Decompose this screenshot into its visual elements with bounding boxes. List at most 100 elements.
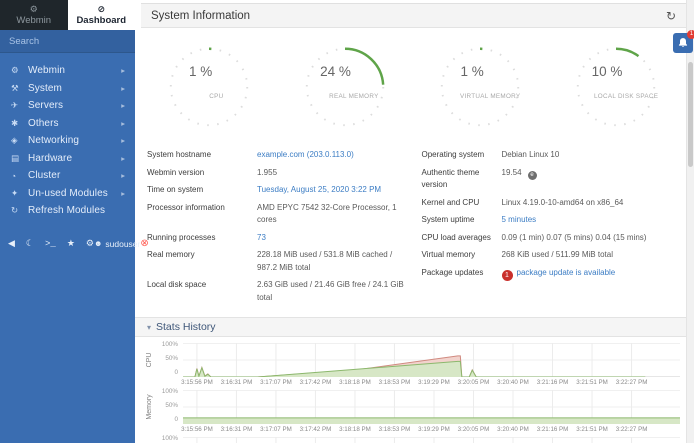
terminal-icon[interactable]: >_ — [45, 239, 56, 249]
sidebar-item-servers[interactable]: ✈Servers▸ — [0, 97, 135, 115]
notifications-button[interactable]: 1 — [673, 33, 693, 53]
x-tick-label: 3:20:05 PM — [458, 426, 490, 433]
chevron-right-icon: ▸ — [121, 119, 125, 128]
x-tick-label: 3:19:29 PM — [418, 379, 450, 386]
sidebar-item-un-used-modules[interactable]: ✦Un-used Modules▸ — [0, 185, 135, 203]
y-tick-label: 50% — [165, 402, 178, 409]
info-row-time-on-system: Time on systemTuesday, August 25, 2020 3… — [147, 184, 408, 197]
system-info-table: System hostnameexample.com (203.0.113.0)… — [147, 149, 682, 309]
night-mode-icon[interactable]: ☾ — [26, 238, 34, 249]
tab-dashboard[interactable]: ⊘ Dashboard — [68, 0, 136, 30]
tab-webmin[interactable]: ⚙ Webmin — [0, 0, 68, 30]
toolbar-icons: ◀ ☾ >_ ★ ⚙ — [8, 238, 94, 249]
info-label: Processor information — [147, 202, 257, 227]
sidebar-toolbar: ◀☾>_★⚙ ☻ sudouser ⊗ — [0, 236, 135, 252]
favorites-icon[interactable]: ★ — [67, 238, 75, 249]
settings-icon[interactable]: ⚙ — [86, 238, 94, 249]
page-title: System Information — [151, 10, 250, 22]
webmin-dashboard: ⚙ Webmin ⊘ Dashboard ⚙Webmin▸⚒System▸✈Se… — [0, 0, 694, 443]
search-input[interactable] — [9, 36, 141, 47]
info-column-0: System hostnameexample.com (203.0.113.0)… — [147, 149, 408, 309]
stats-history-header[interactable]: ▾ Stats History — [135, 317, 694, 337]
sidebar-item-others[interactable]: ✱Others▸ — [0, 115, 135, 133]
x-tick-label: 3:17:42 PM — [300, 426, 332, 433]
y-tick-label: 0 — [174, 416, 178, 423]
network-icon: ◈ — [11, 135, 28, 146]
info-value: 0.09 (1 min) 0.07 (5 mins) 0.04 (15 mins… — [502, 232, 683, 245]
scrollbar-thumb[interactable] — [688, 62, 693, 167]
info-row-real-memory: Real memory228.18 MiB used / 531.8 MiB c… — [147, 249, 408, 274]
info-text: Linux 4.19.0-10-amd64 on x86_64 — [502, 198, 624, 207]
sidebar-item-cluster[interactable]: ◔Cluster▸ — [0, 167, 135, 185]
logout-icon[interactable]: ⊗ — [140, 238, 148, 249]
chevron-right-icon: ▸ — [121, 101, 125, 110]
info-row-local-disk-space: Local disk space2.63 GiB used / 21.46 Gi… — [147, 279, 408, 304]
chart-x-axis: 3:15:56 PM3:16:31 PM3:17:07 PM3:17:42 PM… — [183, 378, 680, 389]
stats-history-title: Stats History — [156, 321, 216, 333]
info-text: Debian Linux 10 — [502, 150, 560, 159]
gauge-value: 24 % — [320, 64, 351, 79]
info-row-operating-system: Operating systemDebian Linux 10 — [422, 149, 683, 162]
user-menu[interactable]: ☻ sudouser — [94, 239, 140, 249]
info-label: Running processes — [147, 232, 257, 245]
refresh-icon[interactable]: ↻ — [666, 9, 676, 23]
x-tick-label: 3:21:51 PM — [576, 426, 608, 433]
gauge-cpu: 1 %CPU — [141, 41, 277, 133]
info-value: 228.18 MiB used / 531.8 MiB cached / 987… — [257, 249, 408, 274]
stats-history-charts: CPU100%50%03:15:56 PM3:16:31 PM3:17:07 P… — [135, 337, 694, 443]
sidebar-item-hardware[interactable]: ▤Hardware▸ — [0, 150, 135, 168]
x-tick-label: 3:18:18 PM — [339, 379, 371, 386]
gauge-real-memory: 24 %REAL MEMORY — [277, 41, 413, 133]
cluster-icon: ◔ — [11, 171, 28, 181]
chart-plot-area — [183, 437, 680, 443]
info-value: 1 package update is available — [502, 267, 683, 281]
info-value: 73 — [257, 232, 408, 245]
info-label: CPU load averages — [422, 232, 502, 245]
chart-axis-title: Swap — [132, 437, 166, 443]
info-link[interactable]: 73 — [257, 233, 266, 242]
info-label: Time on system — [147, 184, 257, 197]
y-tick-label: 100% — [162, 435, 178, 442]
wrench-icon: ⚒ — [11, 83, 28, 94]
chevron-right-icon: ▸ — [121, 66, 125, 75]
info-label: Authentic theme version — [422, 167, 502, 192]
sidebar-item-webmin[interactable]: ⚙Webmin▸ — [0, 62, 135, 80]
sidebar-menu: ⚙Webmin▸⚒System▸✈Servers▸✱Others▸◈Networ… — [0, 53, 135, 220]
info-link[interactable]: example.com (203.0.113.0) — [257, 150, 354, 159]
info-text: 228.18 MiB used / 531.8 MiB cached / 987… — [257, 250, 392, 272]
x-tick-label: 3:16:31 PM — [221, 379, 253, 386]
info-link[interactable]: package update is available — [517, 268, 616, 277]
info-label: Operating system — [422, 149, 502, 162]
panel-header: System Information ↻ — [141, 3, 686, 28]
info-link[interactable]: 5 minutes — [502, 215, 537, 224]
info-value: 268 KiB used / 511.99 MiB total — [502, 249, 683, 262]
info-link[interactable]: Tuesday, August 25, 2020 3:22 PM — [257, 185, 381, 194]
y-tick-label: 100% — [162, 388, 178, 395]
info-value: 19.54e — [502, 167, 683, 192]
info-row-package-updates: Package updates1package update is availa… — [422, 267, 683, 281]
sidebar-item-refresh-modules[interactable]: ↻Refresh Modules — [0, 202, 135, 220]
info-label: Real memory — [147, 249, 257, 274]
tab-dashboard-label: Dashboard — [76, 15, 126, 26]
chart-y-axis: CPU100%50%0 — [139, 343, 183, 389]
gauge-label: VIRTUAL MEMORY — [460, 93, 520, 100]
chart-axis-title: CPU — [132, 343, 166, 377]
sidebar-item-networking[interactable]: ◈Networking▸ — [0, 132, 135, 150]
info-row-authentic-theme-version: Authentic theme version19.54e — [422, 167, 683, 192]
sidebar-search — [0, 30, 135, 53]
info-value: AMD EPYC 7542 32-Core Processor, 1 cores — [257, 202, 408, 227]
update-count-badge: 1 — [502, 270, 513, 281]
chevron-down-icon: ▾ — [147, 323, 151, 332]
chart-plot-area — [183, 390, 680, 424]
theme-update-icon[interactable]: e — [528, 171, 537, 180]
gear-icon: ⚙ — [11, 65, 28, 76]
info-text: AMD EPYC 7542 32-Core Processor, 1 cores — [257, 203, 397, 225]
info-label: Webmin version — [147, 167, 257, 180]
info-label: Kernel and CPU — [422, 197, 502, 210]
main-content: System Information ↻ 1 1 %CPU24 %REAL ME… — [135, 0, 694, 443]
collapse-sidebar-icon[interactable]: ◀ — [8, 238, 15, 249]
sidebar-item-system[interactable]: ⚒System▸ — [0, 80, 135, 98]
dashboard-icon: ⊘ — [97, 4, 105, 14]
username-label: sudouser — [105, 239, 140, 249]
info-row-webmin-version: Webmin version1.955 — [147, 167, 408, 180]
